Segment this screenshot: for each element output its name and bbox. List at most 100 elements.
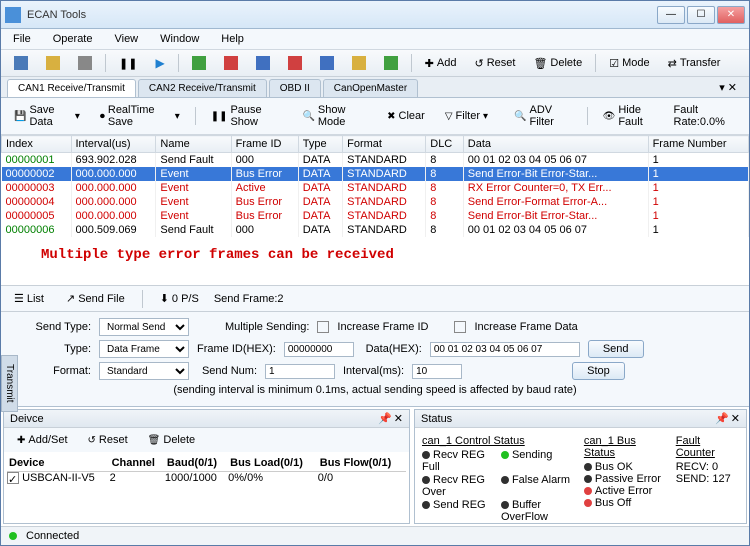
minimize-button[interactable]: — [657, 6, 685, 24]
save-icon[interactable] [7, 53, 35, 73]
tab-can2[interactable]: CAN2 Receive/Transmit [138, 79, 267, 97]
pin-icon[interactable]: 📌 [715, 412, 729, 425]
close-icon[interactable]: ✕ [394, 412, 403, 425]
tool-icon[interactable] [217, 53, 245, 73]
tool-icon[interactable] [249, 53, 277, 73]
close-button[interactable]: ✕ [717, 6, 745, 24]
transfer-button[interactable]: ⇄ Transfer [661, 54, 728, 73]
sendnum-input[interactable] [265, 364, 335, 379]
tool-icon[interactable] [313, 53, 341, 73]
device-reset-button[interactable]: ↺ Reset [81, 431, 135, 449]
tool-icon[interactable] [281, 53, 309, 73]
grid-header[interactable]: Name [156, 136, 231, 153]
pin-icon[interactable]: 📌 [378, 412, 392, 425]
maximize-button[interactable]: ☐ [687, 6, 715, 24]
list-button[interactable]: ☰ List [7, 289, 51, 308]
clear-button[interactable]: ✖ Clear [380, 107, 432, 125]
grid-row[interactable]: 00000002000.000.000EventBus ErrorDATASTA… [2, 167, 749, 181]
fault-rate-label: Fault Rate:0.0% [674, 104, 743, 128]
grid-header[interactable]: Frame ID [231, 136, 298, 153]
app-icon [5, 7, 21, 23]
overlay-message: Multiple type error frames can be receiv… [1, 237, 749, 273]
tool-icon[interactable] [345, 53, 373, 73]
tool-icon[interactable] [377, 53, 405, 73]
send-toolbar: ☰ List ↗ Send File ⬇ 0 P/S Send Frame:2 [1, 285, 749, 311]
inc-framedata-checkbox[interactable] [454, 321, 466, 333]
connected-label: Connected [26, 530, 79, 542]
status-panel: Status 📌 ✕ can_1 Control Status Recv REG… [414, 409, 747, 524]
main-tabs: CAN1 Receive/Transmit CAN2 Receive/Trans… [1, 77, 749, 98]
send-frame-count: Send Frame:2 [214, 293, 284, 305]
status-title: Status [421, 413, 452, 425]
menu-view[interactable]: View [110, 31, 142, 47]
grid-header[interactable]: Type [298, 136, 342, 153]
grid-header[interactable]: Data [463, 136, 648, 153]
grid-header[interactable]: DLC [426, 136, 464, 153]
device-checkbox[interactable]: ✓ [7, 472, 19, 484]
add-button[interactable]: ✚ Add [418, 54, 464, 73]
tab-canopen[interactable]: CanOpenMaster [323, 79, 418, 97]
format-select[interactable]: Standard [99, 362, 189, 380]
pause-icon[interactable]: ❚❚ [112, 54, 144, 73]
data-input[interactable] [430, 342, 580, 357]
tool-icon[interactable] [185, 53, 213, 73]
device-addset-button[interactable]: ✚ Add/Set [10, 431, 75, 449]
filter-button[interactable]: ▽ Filter ▾ [438, 107, 495, 125]
grid-header[interactable]: Frame Number [648, 136, 748, 153]
window-title: ECAN Tools [27, 9, 657, 21]
tab-obd2[interactable]: OBD II [269, 79, 321, 97]
close-icon[interactable]: ✕ [731, 412, 740, 425]
device-row[interactable]: ✓ USBCAN-II-V5 21000/1000 0%/0%0/0 [7, 472, 406, 485]
grid-header[interactable]: Index [2, 136, 72, 153]
print-icon[interactable] [71, 53, 99, 73]
status-led: Recv REG Full [422, 449, 495, 473]
realtime-save-button[interactable]: ⏺ RealTime Save ▾ [93, 101, 187, 131]
device-delete-button[interactable]: 🗑 Delete [141, 431, 203, 449]
open-icon[interactable] [39, 53, 67, 73]
hide-fault-button[interactable]: 👁 Hide Fault [596, 101, 668, 131]
grid-header[interactable]: Format [343, 136, 426, 153]
menu-help[interactable]: Help [217, 31, 248, 47]
send-type-label: Send Type: [31, 321, 91, 333]
grid-row[interactable]: 00000003000.000.000EventActiveDATASTANDA… [2, 181, 749, 195]
show-mode-button[interactable]: 🔍 Show Mode [295, 101, 374, 131]
inc-frameid-checkbox[interactable] [317, 321, 329, 333]
grid-header[interactable]: Interval(us) [71, 136, 156, 153]
status-led: Send REG [422, 499, 495, 523]
grid-row[interactable]: 00000001693.902.028Send Fault000DATASTAN… [2, 153, 749, 168]
play-icon[interactable]: ▶ [148, 53, 171, 73]
type-label: Type: [31, 343, 91, 355]
frameid-input[interactable] [284, 342, 354, 357]
device-panel: Deivce 📌 ✕ ✚ Add/Set ↺ Reset 🗑 Delete De… [3, 409, 410, 524]
frame-grid[interactable]: IndexInterval(us)NameFrame IDTypeFormatD… [1, 135, 749, 285]
adv-filter-button[interactable]: 🔍 ADV Filter [507, 101, 579, 131]
menu-window[interactable]: Window [156, 31, 203, 47]
status-led: Active Error [584, 485, 666, 497]
pause-show-button[interactable]: ❚❚ Pause Show [204, 101, 290, 131]
type-select[interactable]: Data Frame [99, 340, 189, 358]
sendnum-label: Send Num: [197, 365, 257, 377]
reset-button[interactable]: ↺ Reset [467, 54, 522, 73]
control-status-header: can_1 Control Status [422, 435, 574, 447]
interval-input[interactable] [412, 364, 462, 379]
frameid-label: Frame ID(HEX): [197, 343, 276, 355]
tab-can1[interactable]: CAN1 Receive/Transmit [7, 79, 136, 97]
grid-row[interactable]: 00000006000.509.069Send Fault000DATASTAN… [2, 223, 749, 237]
save-data-button[interactable]: 💾 Save Data ▾ [7, 101, 87, 131]
tabs-close-icon[interactable]: ▾ ✕ [713, 79, 743, 97]
send-button[interactable]: Send [588, 340, 644, 358]
status-led: Buffer OverFlow [501, 499, 574, 523]
send-file-button[interactable]: ↗ Send File [59, 289, 132, 308]
transmit-tab[interactable]: Transmit [1, 355, 18, 412]
stop-button[interactable]: Stop [572, 362, 625, 380]
mode-button[interactable]: ☑ Mode [602, 54, 656, 73]
delete-button[interactable]: 🗑 Delete [526, 54, 589, 73]
menu-file[interactable]: File [9, 31, 35, 47]
send-type-select[interactable]: Normal Send [99, 318, 189, 336]
menu-operate[interactable]: Operate [49, 31, 97, 47]
fault-counter-header: Fault Counter [676, 435, 739, 459]
grid-row[interactable]: 00000004000.000.000EventBus ErrorDATASTA… [2, 195, 749, 209]
mult-sending-label: Multiple Sending: [225, 321, 309, 333]
grid-row[interactable]: 00000005000.000.000EventBus ErrorDATASTA… [2, 209, 749, 223]
bus-status-header: can_1 Bus Status [584, 435, 666, 459]
